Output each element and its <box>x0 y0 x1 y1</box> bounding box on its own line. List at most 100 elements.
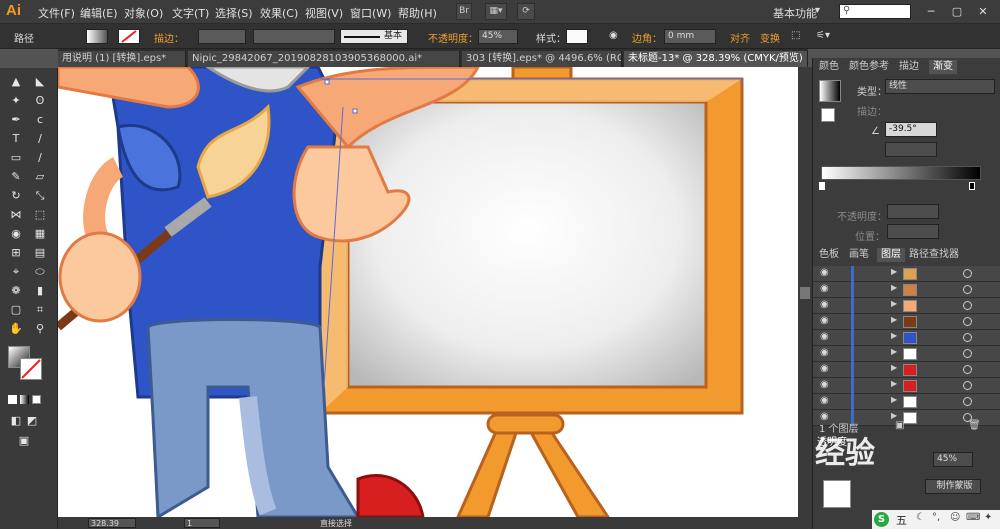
expand-triangle-icon[interactable]: ▶ <box>891 379 897 388</box>
line-tool[interactable]: ∕ <box>32 131 48 147</box>
tab-document-active[interactable]: 未标题-13* @ 328.39% (CMYK/预览) <box>624 51 808 67</box>
new-layer-icon[interactable]: ▣ <box>895 420 904 431</box>
layer-row[interactable]: ◉ ▶ <box>813 378 1000 394</box>
stroke-swatch[interactable] <box>118 29 140 44</box>
stroke-label[interactable]: 描边： <box>154 30 184 45</box>
ime-logo-icon[interactable]: S <box>874 512 889 527</box>
aspect-ratio-field[interactable] <box>885 142 937 157</box>
target-icon[interactable] <box>963 397 972 406</box>
corner-label[interactable]: 边角： <box>632 30 662 45</box>
eye-icon[interactable]: ◉ <box>820 379 832 391</box>
target-icon[interactable] <box>963 349 972 358</box>
arrange-icon[interactable]: ⚟▾ <box>816 30 830 41</box>
eyedropper-tool[interactable]: ⌖ <box>8 264 24 280</box>
transparency-value[interactable]: 45% <box>933 452 973 467</box>
color-mode-button[interactable] <box>8 395 17 404</box>
eraser-tool[interactable]: ▱ <box>32 169 48 185</box>
gradient-angle-field[interactable]: -39.5° <box>885 122 937 137</box>
menu-object[interactable]: 对象(O) <box>124 5 163 21</box>
settings-icon[interactable]: ✦ <box>984 512 992 523</box>
artboard-canvas[interactable] <box>58 67 798 517</box>
menu-effect[interactable]: 效果(C) <box>260 5 298 21</box>
zoom-field[interactable]: 328.39 <box>88 518 136 528</box>
symbol-sprayer-tool[interactable]: ❁ <box>8 283 24 299</box>
layer-row[interactable]: ◉ ▶ <box>813 362 1000 378</box>
opacity-field[interactable]: 45% <box>478 29 518 44</box>
graphic-style-swatch[interactable] <box>566 29 588 44</box>
stop-location-field[interactable] <box>887 224 939 239</box>
slice-tool[interactable]: ⌗ <box>32 302 48 318</box>
stop-opacity-field[interactable] <box>887 204 939 219</box>
eye-icon[interactable]: ◉ <box>820 267 832 279</box>
draw-mode-icon[interactable]: ◧ <box>8 413 24 429</box>
close-icon[interactable]: ✕ <box>974 4 992 19</box>
layer-row[interactable]: ◉ ▶ <box>813 330 1000 346</box>
layer-row[interactable]: ◉ ▶ <box>813 394 1000 410</box>
menu-edit[interactable]: 编辑(E) <box>80 5 118 21</box>
eye-icon[interactable]: ◉ <box>820 315 832 327</box>
menu-file[interactable]: 文件(F) <box>38 5 75 21</box>
tab-color-guide[interactable]: 颜色参考 <box>849 60 889 74</box>
expand-triangle-icon[interactable]: ▶ <box>891 315 897 324</box>
expand-triangle-icon[interactable]: ▶ <box>891 411 897 420</box>
artboard-tool[interactable]: ▢ <box>8 302 24 318</box>
gradient-tool[interactable]: ▤ <box>32 245 48 261</box>
moon-icon[interactable]: ☾ <box>916 512 925 523</box>
zoom-tool[interactable]: ⚲ <box>32 321 48 337</box>
target-icon[interactable] <box>963 333 972 342</box>
minimize-icon[interactable]: ─ <box>922 4 940 19</box>
ime-mode-label[interactable]: 五 <box>896 512 907 528</box>
expand-triangle-icon[interactable]: ▶ <box>891 299 897 308</box>
bridge-button[interactable]: Br <box>456 3 472 20</box>
tab-document-1[interactable]: 用说明 (1) [转换].eps* <box>58 51 186 67</box>
menu-help[interactable]: 帮助(H) <box>398 5 437 21</box>
tab-color[interactable]: 颜色 <box>819 60 839 74</box>
layer-row[interactable]: ◉ ▶ <box>813 298 1000 314</box>
hand-tool[interactable]: ✋ <box>8 321 24 337</box>
rotate-tool[interactable]: ↻ <box>8 188 24 204</box>
variable-width-profile[interactable] <box>253 29 335 44</box>
vertical-scrollbar[interactable] <box>798 67 812 517</box>
eye-icon[interactable]: ◉ <box>820 347 832 359</box>
expand-triangle-icon[interactable]: ▶ <box>891 331 897 340</box>
keyboard-icon[interactable]: ⌨ <box>966 512 980 523</box>
pencil-tool[interactable]: ✎ <box>8 169 24 185</box>
eye-icon[interactable]: ◉ <box>820 299 832 311</box>
emoji-icon[interactable]: ☺ <box>950 512 960 523</box>
fill-swatch[interactable] <box>86 29 108 44</box>
shape-builder-tool[interactable]: ◉ <box>8 226 24 242</box>
none-mode-button[interactable] <box>32 395 41 404</box>
gradient-mode-button[interactable] <box>20 395 29 404</box>
opacity-label[interactable]: 不透明度： <box>428 30 478 45</box>
make-mask-button[interactable]: 制作蒙版 <box>925 479 981 494</box>
width-tool[interactable]: ⋈ <box>8 207 24 223</box>
column-graph-tool[interactable]: ▮ <box>32 283 48 299</box>
tab-pathfinder[interactable]: 路径查找器 <box>909 248 959 262</box>
stroke-weight-field[interactable] <box>198 29 246 44</box>
screen-mode-icon[interactable]: ▣ <box>16 433 32 449</box>
tab-layers[interactable]: 图层 <box>877 248 905 262</box>
expand-triangle-icon[interactable]: ▶ <box>891 395 897 404</box>
align-link[interactable]: 对齐 <box>730 30 750 45</box>
tab-stroke[interactable]: 描边 <box>899 60 919 74</box>
brush-definition-dropdown[interactable]: 基本 <box>340 29 408 44</box>
tab-gradient[interactable]: 渐变 <box>929 60 957 74</box>
layer-row[interactable]: ◉ ▶ <box>813 346 1000 362</box>
gradient-type-dropdown[interactable]: 线性 <box>885 79 995 94</box>
target-icon[interactable] <box>963 365 972 374</box>
isolate-icon[interactable]: ⬚ <box>791 30 800 41</box>
layer-row[interactable]: ◉ ▶ <box>813 282 1000 298</box>
arrange-documents-button[interactable]: ▦▾ <box>485 3 507 20</box>
eye-icon[interactable]: ◉ <box>820 331 832 343</box>
mesh-tool[interactable]: ⊞ <box>8 245 24 261</box>
tab-document-2[interactable]: Nipic_29842067_20190828103905368000.ai* <box>188 51 460 67</box>
target-icon[interactable] <box>963 301 972 310</box>
menu-window[interactable]: 窗口(W) <box>350 5 391 21</box>
menu-view[interactable]: 视图(V) <box>305 5 343 21</box>
magic-wand-tool[interactable]: ✦ <box>8 93 24 109</box>
type-tool[interactable]: T <box>8 131 24 147</box>
curvature-tool[interactable]: ⅽ <box>32 112 48 128</box>
tab-swatches[interactable]: 色板 <box>819 248 839 262</box>
maximize-icon[interactable]: ▢ <box>948 4 966 19</box>
expand-triangle-icon[interactable]: ▶ <box>891 283 897 292</box>
